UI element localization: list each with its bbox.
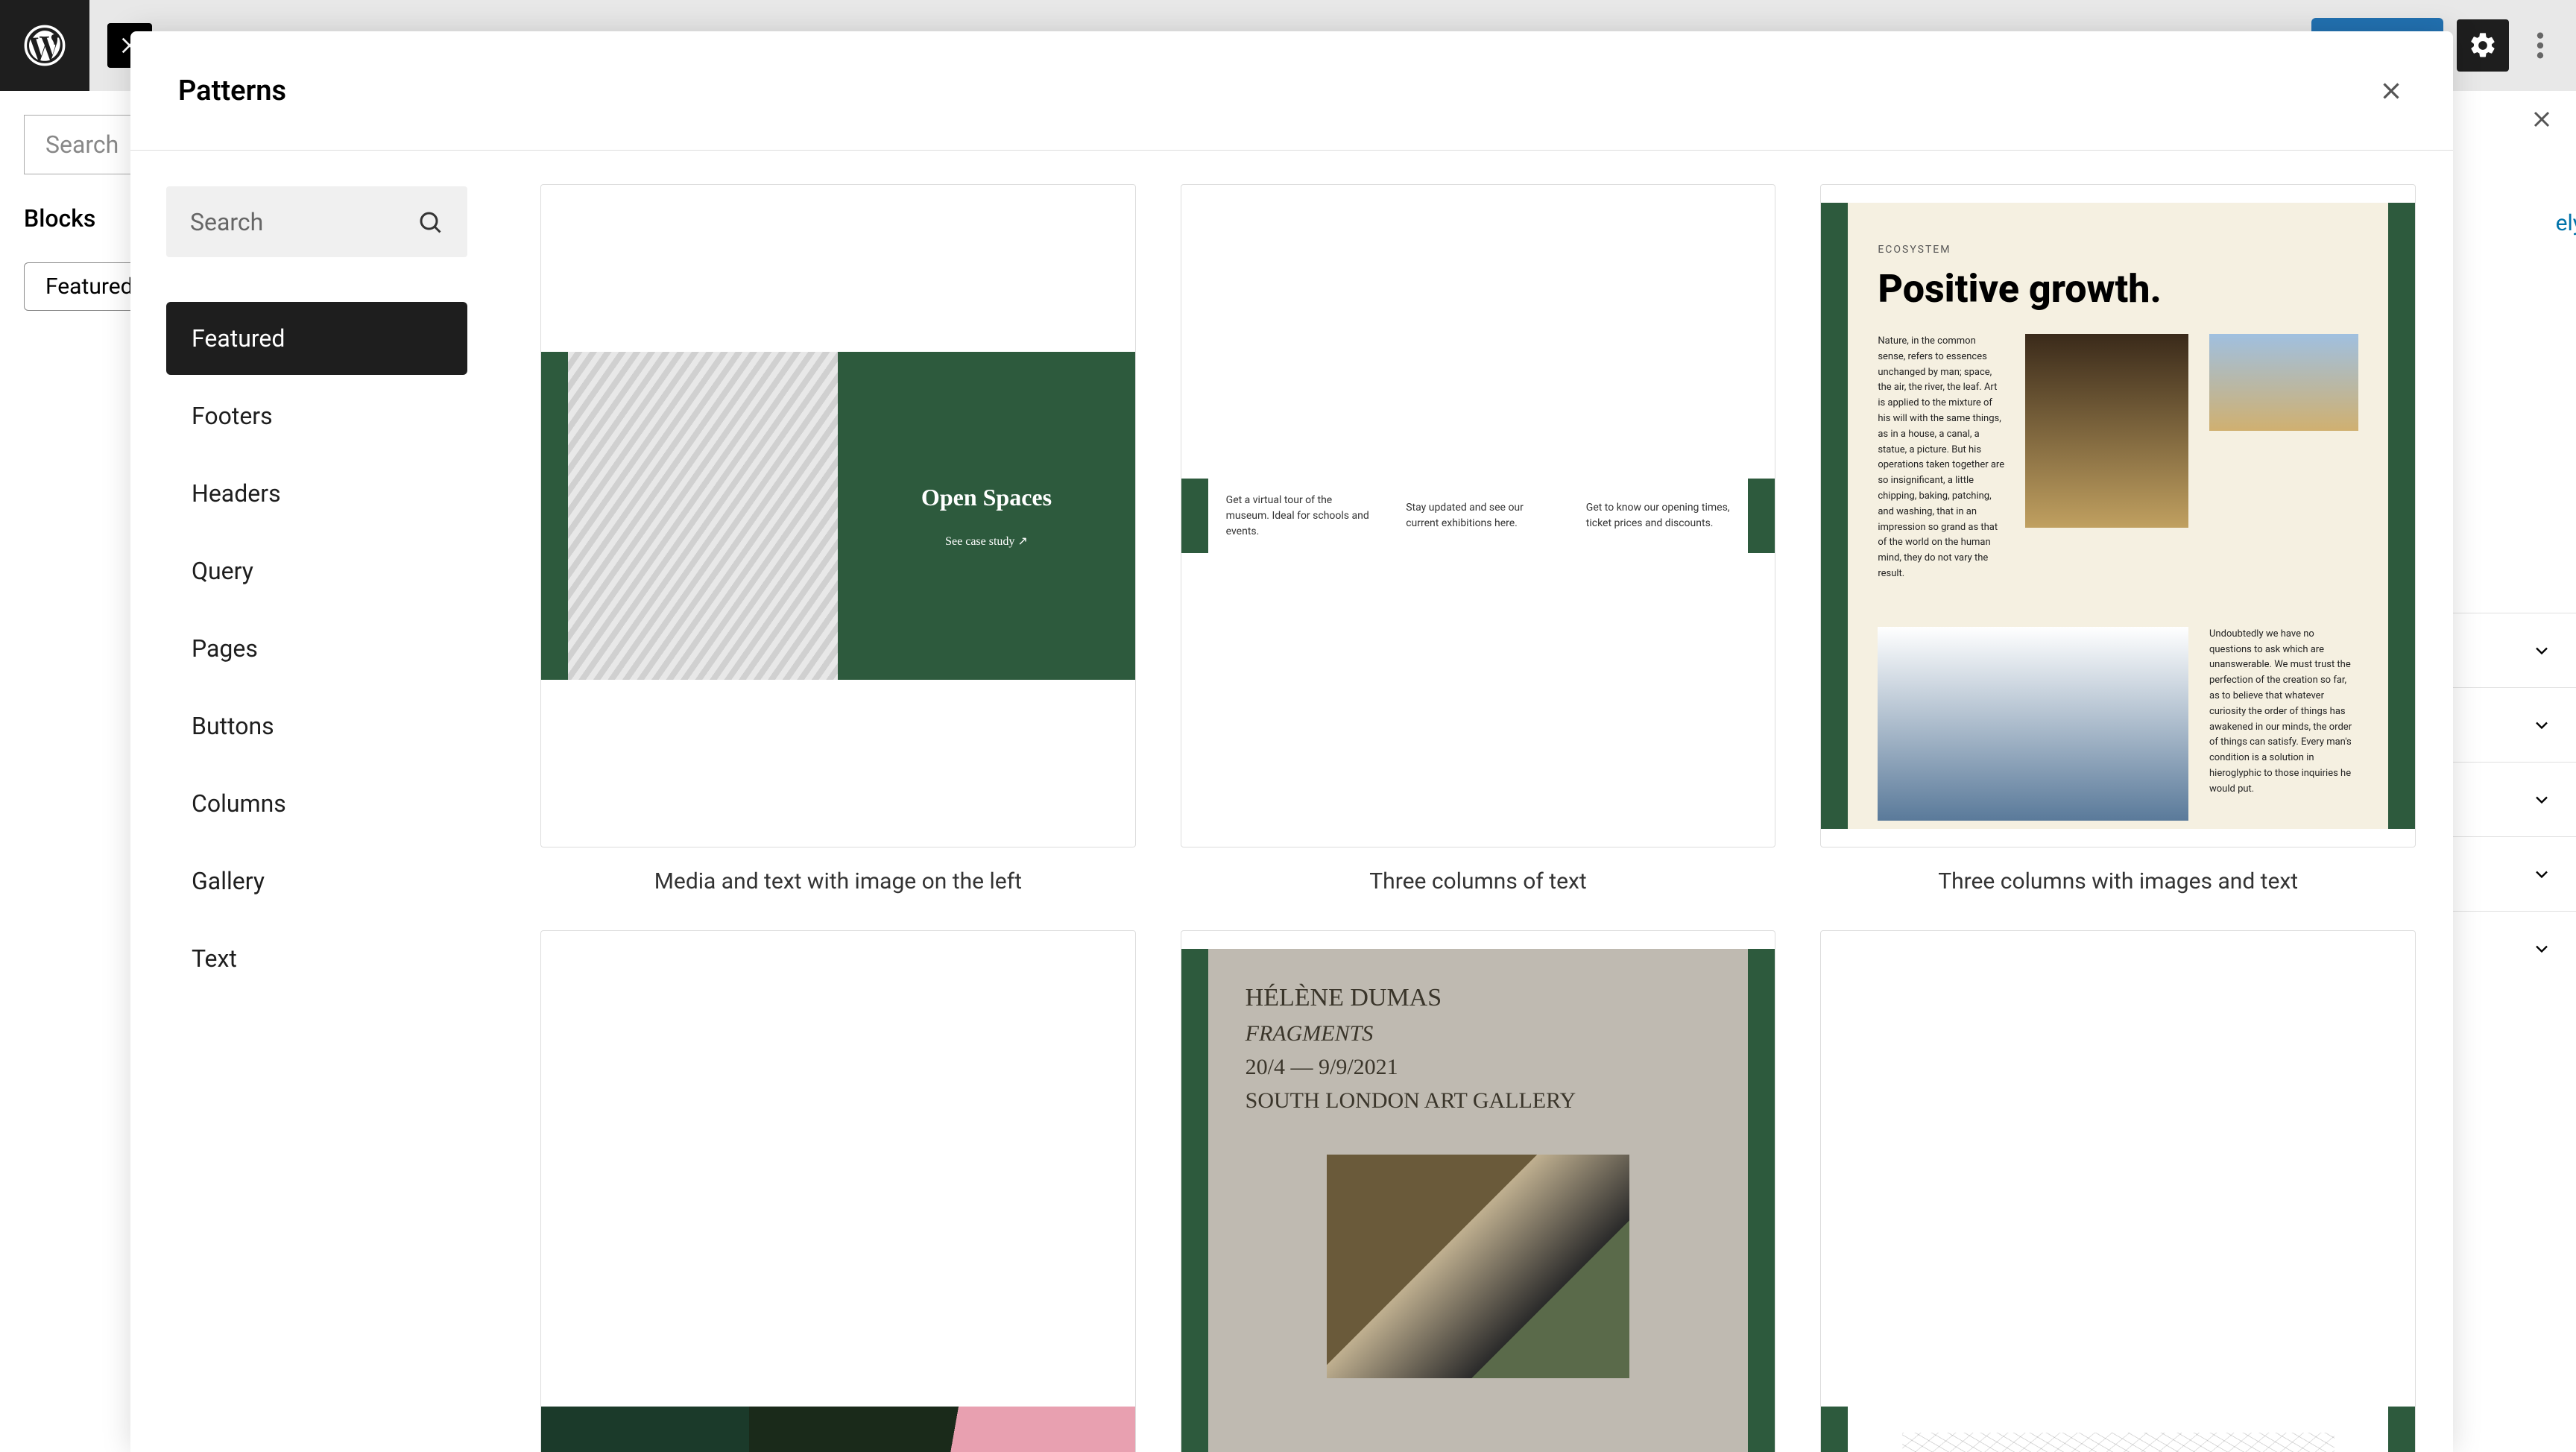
close-settings-icon[interactable]: [2528, 106, 2555, 133]
category-item[interactable]: Featured: [166, 302, 467, 375]
pattern-preview-text: SOUTH LONDON ART GALLERY: [1246, 1084, 1711, 1117]
pattern-preview-text: Stay updated and see our current exhibit…: [1388, 500, 1568, 531]
category-item[interactable]: Buttons: [166, 689, 467, 763]
patterns-grid: Open Spaces See case study ↗ Media and t…: [503, 151, 2453, 1452]
pattern-card[interactable]: HÉLÈNE DUMAS FRAGMENTS 20/4 — 9/9/2021 S…: [1181, 930, 1776, 1452]
chevron-down-icon: [2531, 864, 2552, 885]
pattern-preview-title: Open Spaces: [921, 484, 1052, 511]
accent-bar: [1181, 479, 1208, 553]
template-link[interactable]: ely: [2556, 210, 2576, 236]
pattern-card[interactable]: [1820, 930, 2416, 1452]
category-item[interactable]: Gallery: [166, 845, 467, 918]
pattern-preview-image: [749, 1407, 1135, 1452]
chevron-down-icon: [2531, 715, 2552, 736]
pattern-preview-text: Nature, in the common sense, refers to e…: [1878, 334, 2004, 582]
more-options-button[interactable]: [2522, 28, 2558, 63]
pattern-preview-image: [2209, 334, 2358, 431]
pattern-preview-text: 20/4 — 9/9/2021: [1246, 1050, 1711, 1084]
category-item[interactable]: Query: [166, 534, 467, 607]
wordpress-logo[interactable]: [0, 0, 89, 91]
category-item[interactable]: Pages: [166, 612, 467, 685]
category-item[interactable]: Columns: [166, 767, 467, 840]
pattern-card[interactable]: Open Spaces See case study ↗ Media and t…: [540, 184, 1136, 894]
pattern-preview-link: See case study ↗: [945, 534, 1028, 549]
pattern-label: Three columns of text: [1181, 868, 1776, 894]
chevron-down-icon: [2531, 938, 2552, 959]
pattern-preview-image: [2025, 334, 2188, 528]
pattern-preview-title: Positive growth.: [1878, 266, 2358, 312]
pattern-preview-eyebrow: ECOSYSTEM: [1878, 244, 2358, 256]
category-item[interactable]: Footers: [166, 379, 467, 452]
pattern-preview-text: FRAGMENTS: [1246, 1017, 1711, 1050]
patterns-sidebar: Search FeaturedFootersHeadersQueryPagesB…: [130, 151, 503, 1452]
pattern-preview-text: Undoubtedly we have no questions to ask …: [2209, 627, 2358, 821]
accent-bar: [1748, 479, 1775, 553]
category-item[interactable]: Headers: [166, 457, 467, 530]
close-modal-button[interactable]: [2377, 77, 2405, 105]
settings-button[interactable]: [2457, 19, 2509, 72]
pattern-preview-text: HÉLÈNE DUMAS: [1246, 979, 1711, 1017]
search-icon: [417, 209, 443, 236]
pattern-label: Three columns with images and text: [1820, 868, 2416, 894]
pattern-preview-image: [541, 352, 838, 680]
pattern-card[interactable]: Opening Party RSVP →: [540, 930, 1136, 1452]
pattern-preview-image: [1902, 1433, 2334, 1452]
patterns-modal: Patterns Search FeaturedFootersHeadersQu…: [130, 31, 2453, 1452]
pattern-preview-image: [1878, 627, 2188, 821]
pattern-preview-text: Get a virtual tour of the museum. Ideal …: [1208, 493, 1389, 540]
pattern-label: Media and text with image on the left: [540, 868, 1136, 894]
modal-header: Patterns: [130, 31, 2453, 151]
pattern-card[interactable]: Get a virtual tour of the museum. Ideal …: [1181, 184, 1776, 894]
pattern-card[interactable]: ECOSYSTEM Positive growth. Nature, in th…: [1820, 184, 2416, 894]
category-item[interactable]: Text: [166, 922, 467, 995]
pattern-preview-image: [1327, 1155, 1629, 1378]
pattern-preview-text: Get to know our opening times, ticket pr…: [1568, 500, 1749, 531]
chevron-down-icon: [2531, 640, 2552, 661]
modal-title: Patterns: [178, 75, 286, 107]
patterns-search-input[interactable]: Search: [166, 186, 467, 257]
chevron-down-icon: [2531, 789, 2552, 810]
